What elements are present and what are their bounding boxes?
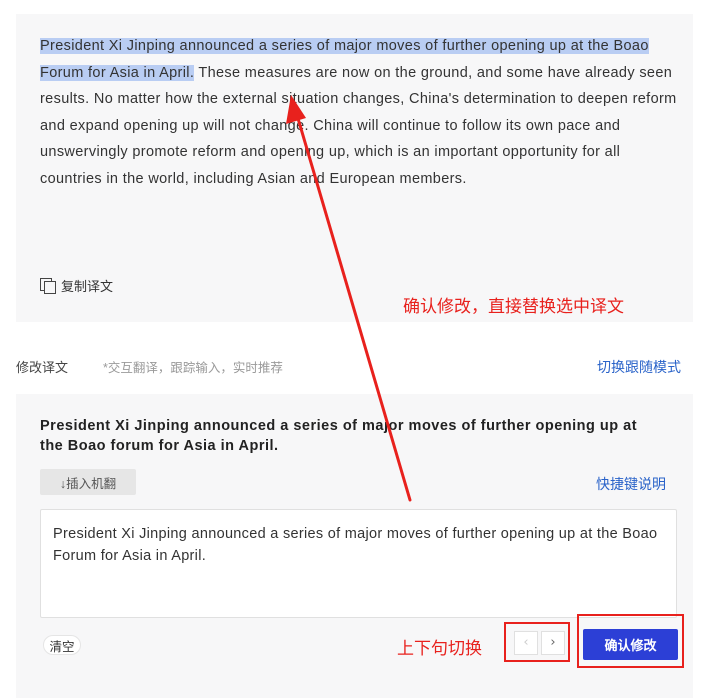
switch-mode-link[interactable]: 切换跟随模式 xyxy=(597,357,681,377)
copy-icon xyxy=(40,278,56,294)
insert-machine-translation-button[interactable]: ↓插入机翻 xyxy=(40,469,136,495)
copy-translation-label: 复制译文 xyxy=(61,279,114,294)
nav-annotation: 上下句切换 xyxy=(397,639,482,658)
shortcut-help-link[interactable]: 快捷键说明 xyxy=(596,474,666,494)
edit-hint: *交互翻译，跟踪输入，实时推荐 xyxy=(103,361,283,375)
confirm-edit-button[interactable]: 确认修改 xyxy=(583,629,678,660)
copy-translation-button[interactable]: 复制译文 xyxy=(40,276,113,295)
translation-text[interactable]: President Xi Jinping announced a series … xyxy=(40,33,680,192)
translation-rest: These measures are now on the ground, an… xyxy=(40,64,677,187)
previous-sentence-button[interactable]: ‹ xyxy=(514,631,538,655)
confirm-annotation: 确认修改，直接替换选中译文 xyxy=(403,297,624,316)
translation-edit-field[interactable]: President Xi Jinping announced a series … xyxy=(40,509,677,618)
next-sentence-button[interactable]: › xyxy=(541,631,565,655)
edit-translation-title: 修改译文 xyxy=(16,360,69,375)
source-sentence: President Xi Jinping announced a series … xyxy=(40,418,638,454)
clear-button[interactable]: 清空 xyxy=(43,635,81,655)
